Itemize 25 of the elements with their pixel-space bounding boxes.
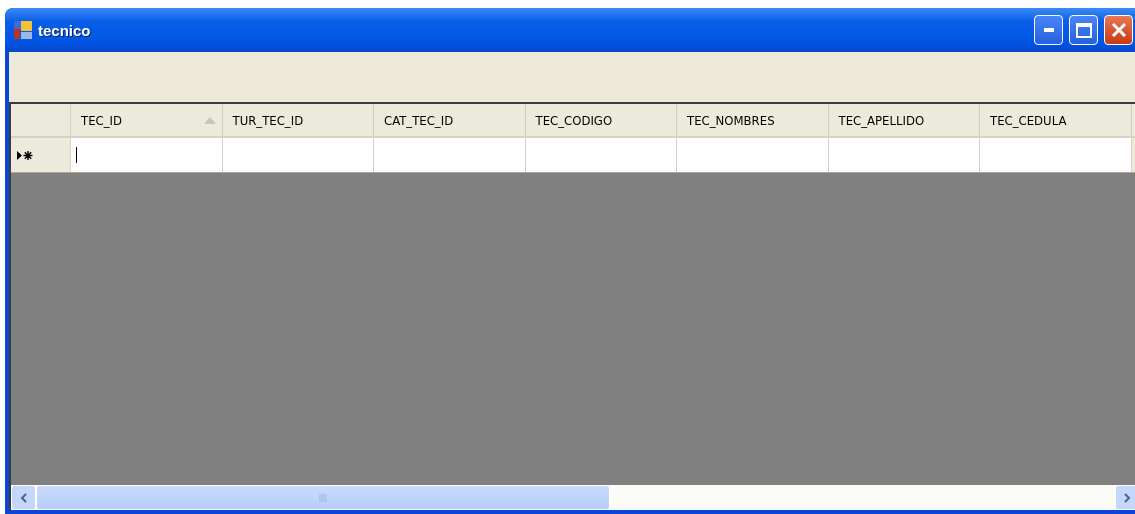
close-button[interactable] [1104, 15, 1133, 45]
column-header[interactable]: TEC_APELLIDO [828, 104, 980, 136]
column-header[interactable]: TUR_TEC_ID [222, 104, 374, 136]
scroll-right-button[interactable] [1115, 485, 1135, 510]
table-cell[interactable] [222, 138, 374, 172]
table-cell[interactable] [525, 138, 677, 172]
maximize-icon [1075, 22, 1092, 38]
minimize-button[interactable] [1034, 15, 1063, 45]
column-header[interactable]: TEC_NOMBRES [677, 104, 829, 136]
column-header[interactable]: TEC_CODIGO [525, 104, 677, 136]
table-cell[interactable] [828, 138, 980, 172]
window-title: tecnico [38, 21, 92, 39]
app-icon [14, 21, 32, 39]
scroll-left-button[interactable] [11, 485, 36, 510]
new-row-icon [17, 150, 33, 160]
column-header[interactable]: TEC_CEDULA [980, 104, 1132, 136]
table-cell[interactable] [980, 138, 1132, 172]
close-icon [1110, 22, 1127, 38]
column-header[interactable]: CAT_TEC_ID [374, 104, 526, 136]
table-cell[interactable] [374, 138, 526, 172]
minimize-icon [1043, 28, 1054, 32]
table-cell[interactable] [71, 138, 223, 172]
table-cell[interactable] [677, 138, 829, 172]
column-header[interactable]: TEC_ID [71, 104, 223, 136]
maximize-button[interactable] [1069, 15, 1098, 45]
